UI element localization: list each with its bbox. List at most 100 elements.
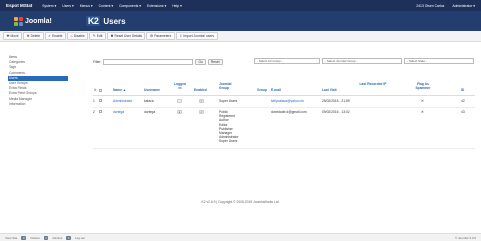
col-joomla-group[interactable]: Joomla! Group [219,82,237,91]
col-last-visit[interactable]: Last Visit [322,88,337,93]
parameters-button[interactable]: ⚙ Parameters [146,32,175,40]
row-checkbox-cell[interactable] [99,99,103,103]
last-visit: 09/02/2015 - 13:02 [322,110,350,114]
col-name[interactable]: Name ▲ [113,88,126,93]
row-num: 1 [93,99,95,103]
joomla-group-list: Super Users [219,99,238,103]
col-last-recorded-ip[interactable]: Last Recorded IP [357,82,389,87]
table-row: 1 Administrator kalaca ✔ Super Users kel… [93,96,475,108]
row-checkbox[interactable] [99,110,103,114]
users-table: # Name ▲ Username Logged in Enabled Joom… [93,80,475,149]
move-label: Move [10,34,19,38]
go-button[interactable]: Go [195,59,206,65]
email-link[interactable]: dvoedade.d@gmail.com [271,110,307,114]
user-id: 43 [461,110,465,114]
col-group[interactable]: Group [257,88,267,93]
menu-help[interactable]: Help ▾ [172,4,182,8]
reset-button[interactable]: Reset [207,59,223,65]
admins-count: 1 [43,235,49,240]
user-name-link[interactable]: Administrator [113,99,132,103]
menu-content[interactable]: Content ▾ [99,4,114,8]
row-checkbox-cell[interactable] [99,110,103,114]
enabled-toggle[interactable]: ✔ [199,99,204,103]
col-username[interactable]: Username [144,88,160,93]
state-select[interactable]: - Select State - [404,58,474,64]
admin-dropdown[interactable]: Administrator ▾ [452,4,475,8]
page-title: Users [103,16,126,26]
flag-spammer-button[interactable]: ✕ [421,99,424,103]
edit-icon: ✎ [92,34,96,38]
parameters-label: Parameters [154,34,172,38]
logged-in-status [177,99,182,104]
row-checkbox[interactable] [99,99,103,103]
sidebar-item-information[interactable]: Information [8,102,68,107]
user-id: 42 [461,99,465,103]
edit-button[interactable]: ✎ Edit [89,32,106,40]
col-logged-in[interactable]: Logged in [173,82,187,91]
row-num: 2 [93,110,95,114]
joomla-logo: Joomla! [14,16,52,26]
logged-in-status: ● [177,110,182,114]
col-flag-spammer[interactable]: Flag As Spammer [412,82,434,91]
k2-header: K2 Users [85,16,126,26]
user-username: dortega [144,110,156,114]
menu-extensions[interactable]: Extensions ▾ [147,4,166,8]
enabled-toggle[interactable]: ✔ [199,110,204,114]
delete-icon: ✖ [26,34,30,38]
menu-system[interactable]: System ▾ [42,4,56,8]
messages-count[interactable]: 0 [66,235,71,240]
move-button[interactable]: ✚ Move [3,32,23,40]
filter-input[interactable] [103,59,194,65]
check-icon: ✔ [199,110,204,114]
disable-label: Disable [73,34,85,38]
reset-label: Reset User Details [114,34,142,38]
col-enabled[interactable]: Enabled [194,88,207,93]
joomla-logo-icon [14,16,23,26]
logout-link[interactable]: Log out [75,236,85,240]
email-link[interactable]: kellycalaca@yahoo.es [271,99,304,103]
menu-menus[interactable]: Menus ▾ [80,4,93,8]
current-user[interactable]: 2413 Olsen Carlos [416,4,444,8]
filter-selects: - Select K2 Group - - Select Joomla! Gro… [254,58,474,64]
toolbar: ✚ Move ✖ Delete ✔ Enable ⦸ Disable ✎ Edit ✖ Re… [0,31,481,42]
enable-button[interactable]: ✔ Enable [44,32,66,40]
visitors-label: Visitors [30,235,40,240]
check-icon: ✔ [199,99,204,103]
delete-label: Delete [30,34,41,38]
edit-label: Edit [96,34,103,38]
user-menu: 2413 Olsen Carlos Administrator ▾ [416,4,475,8]
admins-label: Admins [52,235,63,240]
user-username: kalaca [144,99,154,103]
joomla-group-list: Public Registered Author Editor Publishe… [219,110,239,144]
site-name-link[interactable]: Espot MSIat [6,3,32,8]
page-header: Joomla! K2 Users [0,11,481,31]
import-icon: ⇩ [179,34,183,38]
filter-label: Filter: [93,60,102,64]
view-site-link[interactable]: View Site [5,236,17,240]
joomla-group-select[interactable]: - Select Joomla! Group - [322,58,402,64]
flag-spammer-button[interactable]: ✕ [421,110,424,114]
import-users-button[interactable]: ⇩ Import Joomla! users [175,32,218,40]
col-num: # [94,88,96,92]
user-name-link[interactable]: dortega [113,110,124,114]
menu-components[interactable]: Components ▾ [119,4,141,8]
col-email[interactable]: E-mail [271,88,281,93]
delete-button[interactable]: ✖ Delete [23,32,44,40]
k2-group-select[interactable]: - Select K2 Group - [254,58,320,64]
gear-icon: ⚙ [149,34,154,38]
reset-user-details-button[interactable]: ✖ Reset User Details [106,32,146,40]
menu-users[interactable]: Users ▾ [62,4,74,8]
k2-logo: K2 [85,16,101,26]
disable-icon: ⦸ [70,34,73,38]
disable-button[interactable]: ⦸ Disable [66,32,89,40]
status-bar: View Site 0 Visitors 1 Admins 0 Log out … [0,233,481,241]
table-row: 2 dortega dortega ● ✔ Public Registered … [93,108,475,149]
admin-menubar: Espot MSIat System ▾ Users ▾ Menus ▾ Con… [0,0,481,11]
last-visit: 25/02/2015 - 21:59 [322,99,350,103]
check-icon: ✔ [48,34,52,38]
enable-label: Enable [52,34,63,38]
col-id[interactable]: ID [461,88,464,93]
table-header: # Name ▲ Username Logged in Enabled Joom… [93,80,475,96]
visitors-count: 0 [21,235,27,240]
select-all-checkbox[interactable] [99,89,103,93]
